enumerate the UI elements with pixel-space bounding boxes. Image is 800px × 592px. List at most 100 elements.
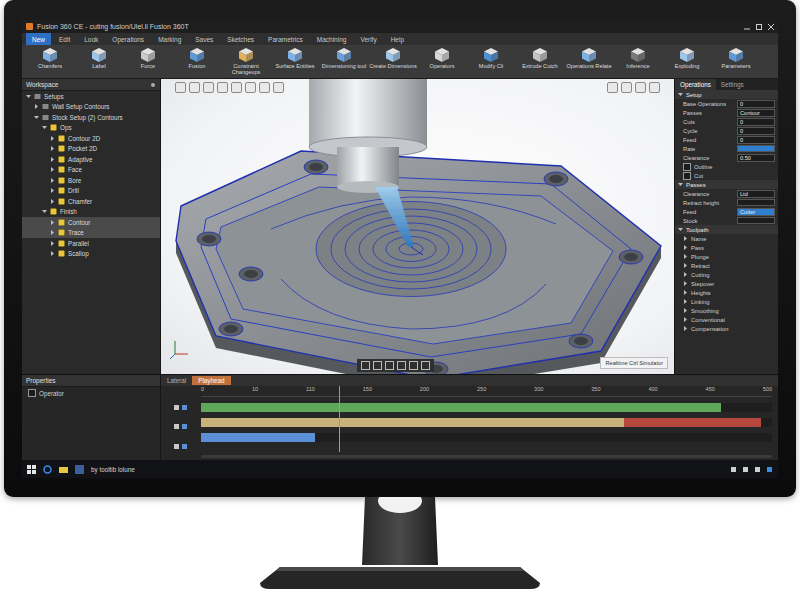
playhead[interactable] <box>339 386 340 452</box>
expand-icon[interactable] <box>50 220 55 225</box>
tree-item[interactable]: Finish <box>22 207 160 218</box>
property-row[interactable]: Base Operations0 <box>675 99 778 108</box>
view-tool-icon[interactable] <box>231 82 242 93</box>
tray-icon[interactable] <box>754 466 761 473</box>
checkbox[interactable] <box>28 389 36 397</box>
menu-tab[interactable]: Marking <box>152 33 187 45</box>
ribbon-button[interactable]: Chamfers <box>26 47 74 70</box>
view-tool-icon[interactable] <box>259 82 270 93</box>
tree-item[interactable]: Chamfer <box>22 196 160 207</box>
expand-icon[interactable] <box>50 157 55 162</box>
collapse-icon[interactable] <box>42 125 47 130</box>
timeline-item[interactable]: Operator <box>22 387 160 399</box>
tree-item[interactable]: Stock Setup (2) Contours <box>22 112 160 123</box>
properties-tab[interactable]: Settings <box>716 79 749 90</box>
menu-tab[interactable]: Saves <box>189 33 219 45</box>
close-icon[interactable] <box>768 24 774 30</box>
folder-icon[interactable] <box>59 465 68 474</box>
ribbon-button[interactable]: Modify Cli <box>467 47 515 70</box>
tray-icon[interactable] <box>730 466 737 473</box>
tree-item[interactable]: Ops <box>22 123 160 134</box>
timeline-bar[interactable] <box>201 403 721 412</box>
expand-icon[interactable] <box>50 146 55 151</box>
expand-icon[interactable] <box>50 188 55 193</box>
collapse-icon[interactable] <box>26 94 31 99</box>
tray-icon[interactable] <box>742 466 749 473</box>
tray-icon[interactable] <box>766 466 773 473</box>
property-field[interactable]: Ltd <box>737 190 775 198</box>
property-field[interactable] <box>737 199 775 206</box>
ribbon-button[interactable]: Constraint Changeups <box>222 47 270 76</box>
expand-icon[interactable] <box>50 199 55 204</box>
nav-tool-icon[interactable] <box>421 361 430 370</box>
track-tool-icon[interactable] <box>174 423 188 430</box>
expand-icon[interactable] <box>683 290 688 295</box>
timeline-bar[interactable] <box>201 433 315 442</box>
maximize-icon[interactable] <box>756 24 762 30</box>
view-tool-icon[interactable] <box>649 82 660 93</box>
collapse-icon[interactable] <box>678 227 683 232</box>
property-row[interactable]: Stepover <box>675 279 778 288</box>
ribbon-button[interactable]: Dimensioning tool <box>320 47 368 70</box>
ribbon-button[interactable]: Surface Entities <box>271 47 319 70</box>
tree-item[interactable]: Trace <box>22 228 160 239</box>
section-header[interactable]: Toolpath <box>675 225 778 234</box>
property-row[interactable]: Plunge <box>675 252 778 261</box>
menu-tab[interactable]: Parametrics <box>262 33 309 45</box>
timeline-tab[interactable]: Lateral <box>161 376 192 385</box>
property-row[interactable]: Cycle0 <box>675 126 778 135</box>
property-field[interactable] <box>737 145 775 152</box>
property-row[interactable]: Cutting <box>675 270 778 279</box>
tree-item[interactable]: Contour <box>22 217 160 228</box>
collapse-icon[interactable] <box>678 182 683 187</box>
view-tool-icon[interactable] <box>245 82 256 93</box>
property-row[interactable]: Clearance0.50 <box>675 153 778 162</box>
nav-tool-icon[interactable] <box>397 361 406 370</box>
property-row[interactable]: Linking <box>675 297 778 306</box>
timeline-bar[interactable] <box>201 418 624 427</box>
expand-icon[interactable] <box>683 317 688 322</box>
checkbox[interactable] <box>683 172 691 180</box>
menu-tab[interactable]: Machining <box>311 33 353 45</box>
tree-item[interactable]: Scallop <box>22 249 160 260</box>
view-tool-icon[interactable] <box>189 82 200 93</box>
ribbon-button[interactable]: Fusion <box>173 47 221 70</box>
ribbon-button[interactable]: Inference <box>614 47 662 70</box>
expand-icon[interactable] <box>683 326 688 331</box>
tree-item[interactable]: Pocket 2D <box>22 144 160 155</box>
view-tool-icon[interactable] <box>203 82 214 93</box>
view-tool-icon[interactable] <box>621 82 632 93</box>
property-row[interactable]: Feed0 <box>675 135 778 144</box>
expand-icon[interactable] <box>50 230 55 235</box>
checkbox[interactable] <box>683 163 691 171</box>
ribbon-button[interactable]: Create Dimensions <box>369 47 417 70</box>
expand-icon[interactable] <box>683 245 688 250</box>
minimize-icon[interactable] <box>744 24 750 30</box>
tree-item[interactable]: Face <box>22 165 160 176</box>
property-field[interactable]: 0 <box>737 127 775 135</box>
expand-icon[interactable] <box>34 104 39 109</box>
property-row[interactable]: Heights <box>675 288 778 297</box>
ribbon-button[interactable]: Extrude Cutch <box>516 47 564 70</box>
property-row[interactable]: Name <box>675 234 778 243</box>
property-row[interactable]: ClearanceLtd <box>675 189 778 198</box>
section-header[interactable]: Passes <box>675 180 778 189</box>
property-field[interactable]: Contour <box>737 109 775 117</box>
tree-item[interactable]: Setups <box>22 91 160 102</box>
track-tool-icon[interactable] <box>174 443 188 450</box>
tree-item[interactable]: Parallel <box>22 238 160 249</box>
part-model[interactable] <box>161 79 674 374</box>
property-row[interactable]: Rate <box>675 144 778 153</box>
property-field[interactable]: Cutter <box>737 208 775 216</box>
menu-tab[interactable]: Edit <box>53 33 76 45</box>
ribbon-button[interactable]: Parameters <box>712 47 760 70</box>
tree-item[interactable]: Adaptive <box>22 154 160 165</box>
property-row[interactable]: Compensation <box>675 324 778 333</box>
app-icon[interactable] <box>75 465 84 474</box>
property-row[interactable]: Cuts0 <box>675 117 778 126</box>
nav-tool-icon[interactable] <box>373 361 382 370</box>
menu-tab[interactable]: Help <box>385 33 410 45</box>
collapse-icon[interactable] <box>34 115 39 120</box>
expand-icon[interactable] <box>50 167 55 172</box>
ribbon-button[interactable]: Force <box>124 47 172 70</box>
